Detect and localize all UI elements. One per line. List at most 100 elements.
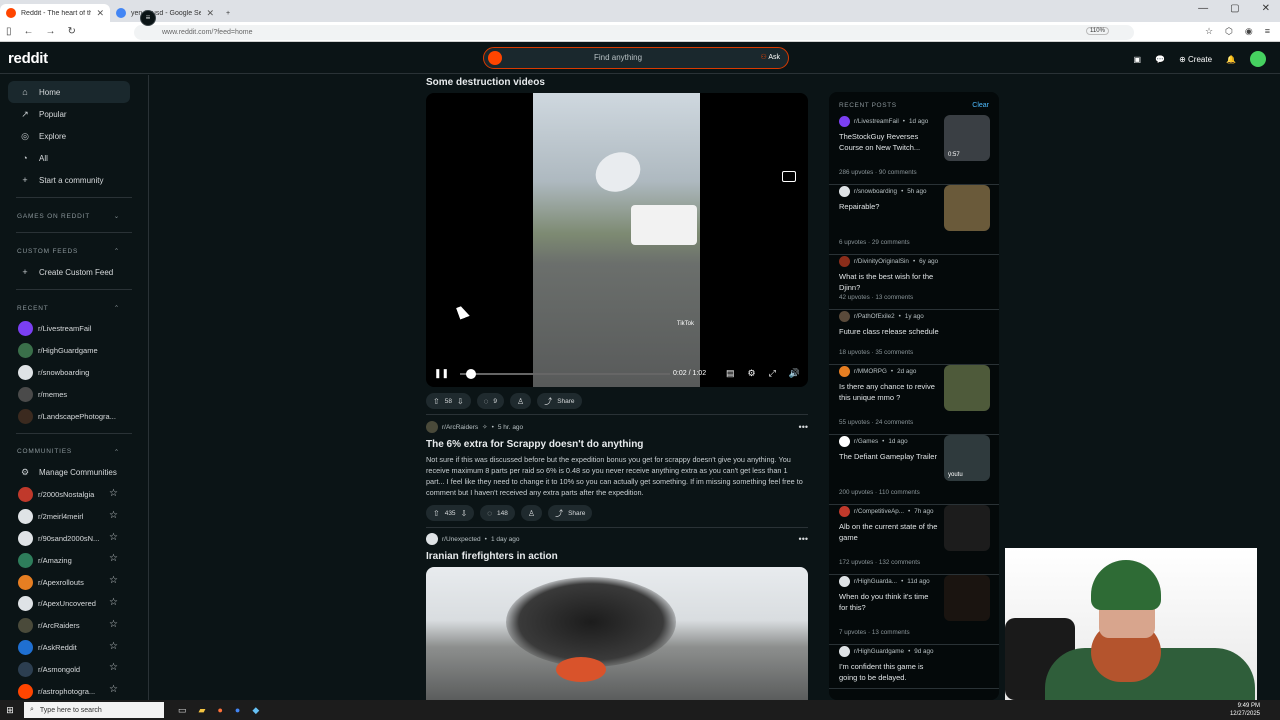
community-item[interactable]: r/AskReddit ☆ <box>0 637 148 659</box>
post-card[interactable]: r/Unexpected • 1 day ago ••• Iranian fir… <box>426 532 808 562</box>
subreddit-name[interactable]: r/MMORPG <box>854 368 887 375</box>
subreddit-name[interactable]: r/HighGuardgame <box>854 648 904 655</box>
zoom-level[interactable]: 110% <box>1086 27 1109 35</box>
custom-feeds-section-header[interactable]: CUSTOM FEEDS ⌃ <box>0 241 148 261</box>
reload-icon[interactable]: ↻ <box>68 26 76 37</box>
favorite-star-icon[interactable]: ☆ <box>109 575 118 586</box>
steam-icon[interactable]: ◆ <box>252 705 259 716</box>
community-item[interactable]: r/2000sNostalgia ☆ <box>0 484 148 506</box>
recent-post-title[interactable]: I'm confident this game is going to be d… <box>839 661 939 683</box>
recent-post-thumbnail[interactable] <box>944 505 990 551</box>
taskbar-search[interactable]: ⌕ Type here to search <box>24 702 164 718</box>
recent-post-title[interactable]: When do you think it's time for this? <box>839 591 939 613</box>
search-bar[interactable]: Find anything ⚇ Ask <box>483 47 789 69</box>
chrome-icon[interactable]: ● <box>235 705 240 716</box>
subreddit-name[interactable]: r/ArcRaiders <box>442 424 478 431</box>
sidebar-item-all[interactable]: ◔ All <box>0 147 148 169</box>
comments-button[interactable]: ◌ 148 <box>480 505 515 521</box>
post-card[interactable]: r/ArcRaiders ✧ • 5 hr. ago ••• The 6% ex… <box>426 420 808 521</box>
community-item[interactable]: r/Asmongold ☆ <box>0 658 148 680</box>
favorite-star-icon[interactable]: ☆ <box>109 532 118 543</box>
browser-tab-google[interactable]: yen to usd - Google Search ✕ <box>110 4 220 22</box>
award-button[interactable]: ♙ <box>520 505 543 521</box>
notifications-icon[interactable]: 🔔 <box>1226 55 1236 64</box>
sidebar-item-explore[interactable]: ◎ Explore <box>0 125 148 147</box>
close-tab-icon[interactable]: ✕ <box>96 8 104 19</box>
sidebar-toggle-icon[interactable]: ▯ <box>6 26 12 37</box>
post-title[interactable]: Some destruction videos <box>426 77 545 88</box>
upvote-icon[interactable]: ⇧ <box>433 397 440 406</box>
sidebar-item-home[interactable]: ⌂ Home <box>8 81 130 103</box>
manage-communities-button[interactable]: ⚙ Manage Communities <box>0 462 148 484</box>
subreddit-name[interactable]: r/CompetitiveAp... <box>854 508 904 515</box>
close-tab-icon[interactable]: ✕ <box>206 8 214 19</box>
recent-community-item[interactable]: r/memes <box>0 383 148 405</box>
subreddit-name[interactable]: r/DivinityOriginalSin <box>854 258 909 265</box>
recent-post-item[interactable]: r/snowboarding • 5h ago Repairable? 6 upvote… <box>829 185 999 255</box>
subreddit-name[interactable]: r/HighGuarda... <box>854 578 897 585</box>
forward-icon[interactable]: → <box>46 26 56 37</box>
award-button[interactable]: ♙ <box>510 393 532 409</box>
ask-button[interactable]: ⚇ Ask <box>760 53 780 61</box>
user-avatar[interactable] <box>1250 51 1266 67</box>
extensions-icon[interactable]: ⬡ <box>1225 26 1233 37</box>
community-item[interactable]: r/90sand2000sN... ☆ <box>0 528 148 550</box>
file-explorer-icon[interactable]: ▰ <box>199 705 206 716</box>
recent-post-title[interactable]: Is there any chance to revive this uniqu… <box>839 381 939 403</box>
communities-section-header[interactable]: COMMUNITIES ⌃ <box>0 442 148 462</box>
recent-post-thumbnail[interactable] <box>944 185 990 231</box>
firefox-icon[interactable]: ● <box>217 705 222 716</box>
community-item[interactable]: r/astrophotogra... ☆ <box>0 680 148 700</box>
url-field[interactable]: www.reddit.com/?feed=home <box>134 25 1134 40</box>
subreddit-name[interactable]: r/Games <box>854 438 878 445</box>
recent-section-header[interactable]: RECENT ⌃ <box>0 298 148 318</box>
reddit-logo[interactable]: reddit <box>8 50 48 67</box>
recent-post-thumbnail[interactable]: youtu <box>944 435 990 481</box>
subreddit-name[interactable]: r/Unexpected <box>442 536 481 543</box>
upvote-icon[interactable]: ⇧ <box>433 509 440 518</box>
recent-post-title[interactable]: Alb on the current state of the game <box>839 521 939 543</box>
seek-handle[interactable] <box>466 369 477 379</box>
recent-post-title[interactable]: Future class release schedule <box>839 326 939 337</box>
video-player[interactable]: TikTok ❚❚ 0:02 / 1:02 ▤ ⚙ ⤢ 🔊 <box>426 93 808 387</box>
sidebar-item-start-a-community[interactable]: + Start a community <box>0 169 148 191</box>
recent-post-item[interactable]: r/HighGuarda... • 11d ago When do you think… <box>829 575 999 645</box>
recent-post-item[interactable]: r/HighGuardgame • 9d ago I'm confident this… <box>829 645 999 689</box>
menu-icon[interactable]: ≡ <box>1265 26 1270 37</box>
fullscreen-icon[interactable]: ⤢ <box>769 368 776 379</box>
community-item[interactable]: r/ArcRaiders ☆ <box>0 615 148 637</box>
favorite-star-icon[interactable]: ☆ <box>109 510 118 521</box>
recent-post-thumbnail[interactable]: 0:57 <box>944 115 990 161</box>
recent-community-item[interactable]: r/LandscapePhotogra... <box>0 405 148 427</box>
recent-post-title[interactable]: What is the best wish for the Djinn? <box>839 271 939 293</box>
task-view-icon[interactable]: ▭ <box>178 705 187 716</box>
recent-post-item[interactable]: r/PathOfExile2 • 1y ago Future class releas… <box>829 310 999 365</box>
share-button[interactable]: ⤴ Share <box>548 505 593 521</box>
comments-button[interactable]: ◌ 9 <box>476 393 505 409</box>
recent-post-thumbnail[interactable] <box>944 365 990 411</box>
more-options-icon[interactable]: ••• <box>799 534 808 544</box>
bookmark-icon[interactable]: ☆ <box>1205 26 1213 37</box>
favorite-star-icon[interactable]: ☆ <box>109 619 118 630</box>
profile-icon[interactable]: ◉ <box>1245 26 1253 37</box>
subreddit-name[interactable]: r/snowboarding <box>854 188 897 195</box>
favorite-star-icon[interactable]: ☆ <box>109 684 118 695</box>
settings-icon[interactable]: ⚙ <box>748 368 756 379</box>
community-item[interactable]: r/2meirl4meirl ☆ <box>0 506 148 528</box>
recent-post-title[interactable]: Repairable? <box>839 201 939 212</box>
picture-in-picture-icon[interactable] <box>782 171 796 182</box>
recent-community-item[interactable]: r/LivestreamFail <box>0 318 148 340</box>
close-window-icon[interactable]: ✕ <box>1262 3 1270 14</box>
recent-post-item[interactable]: r/MMORPG • 2d ago Is there any chance to re… <box>829 365 999 435</box>
taskbar-search-input[interactable]: Type here to search <box>40 707 102 714</box>
subreddit-name[interactable]: r/LivestreamFail <box>854 118 899 125</box>
maximize-icon[interactable]: ▢ <box>1230 3 1239 14</box>
recent-post-thumbnail[interactable] <box>944 575 990 621</box>
community-item[interactable]: r/ApexUncovered ☆ <box>0 593 148 615</box>
create-custom-feed-button[interactable]: + Create Custom Feed <box>0 261 148 283</box>
recent-community-item[interactable]: r/snowboarding <box>0 362 148 384</box>
downvote-icon[interactable]: ⇩ <box>457 397 464 406</box>
share-button[interactable]: ⤴ Share <box>537 393 582 409</box>
clear-button[interactable]: Clear <box>972 102 989 109</box>
post-image[interactable] <box>426 567 808 700</box>
